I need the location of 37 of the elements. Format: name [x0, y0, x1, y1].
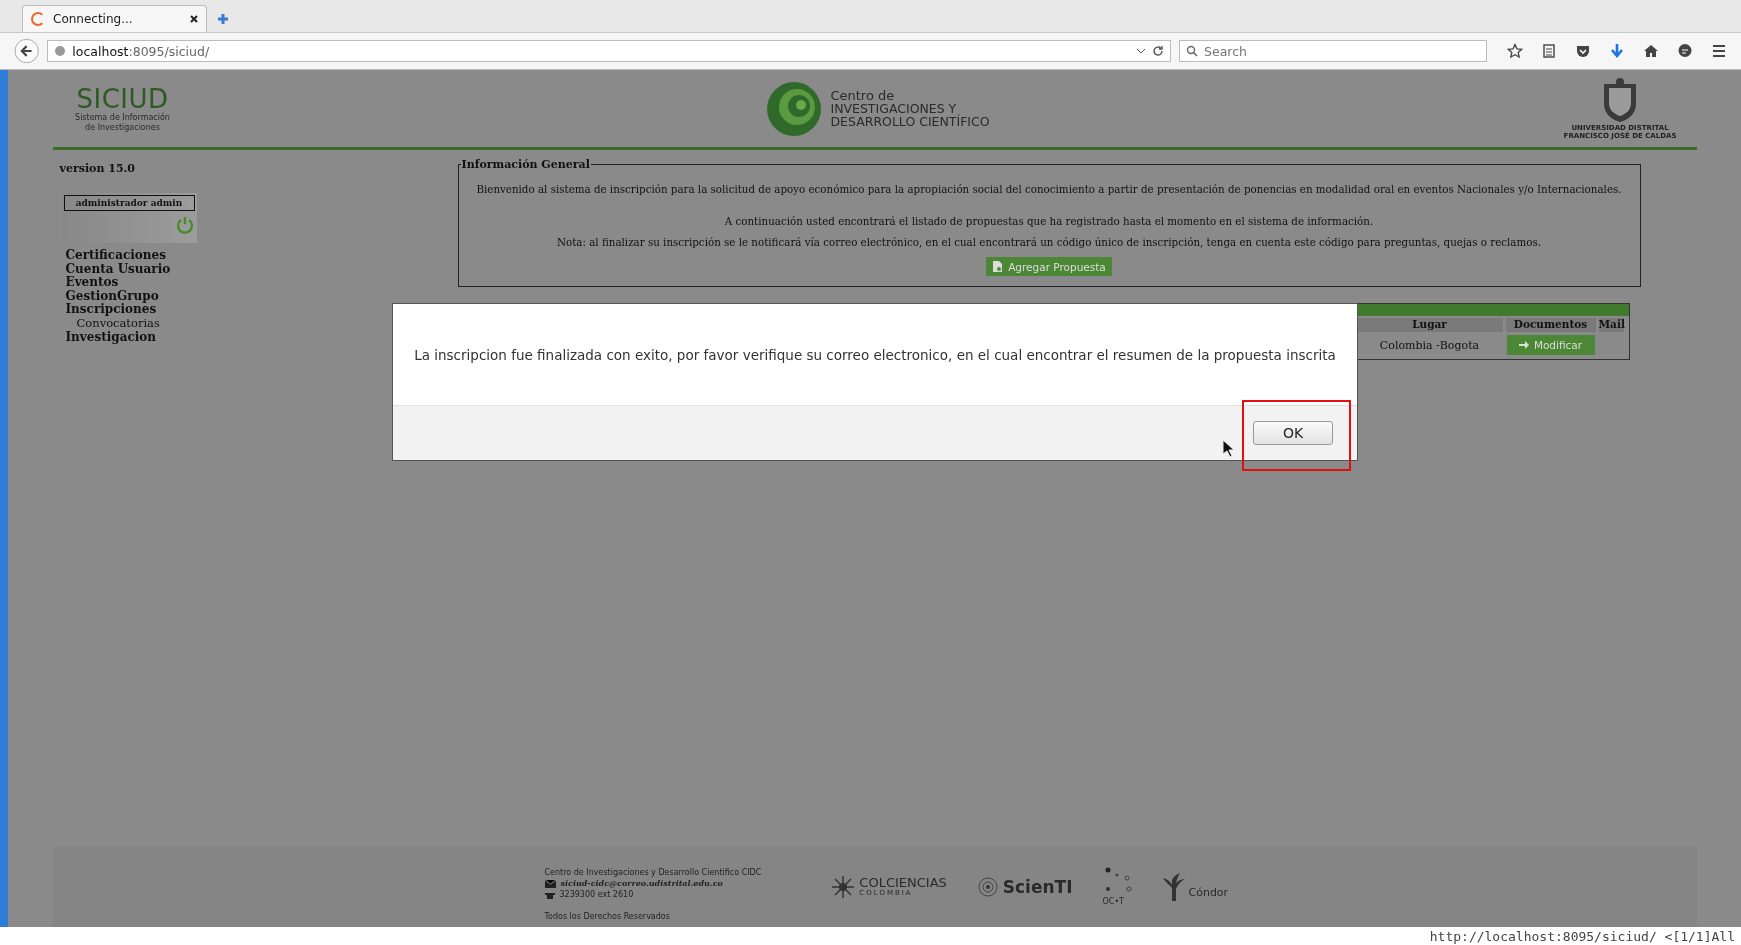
version-label: version 15.0	[59, 162, 136, 175]
table-cell-text: Colombia -Bogota	[1378, 337, 1481, 354]
add-proposal-button[interactable]: Agregar Propuesta	[986, 257, 1112, 276]
column-header: Mail	[1598, 318, 1624, 332]
center-name: DESARROLLO CIENTÍFICO	[830, 115, 990, 128]
info-text: A continuación usted encontrará el listado de propuestas que ha registrado hasta el momento en el sistema de información.	[723, 215, 1375, 227]
menu-item[interactable]: GestionGrupo	[65, 289, 458, 304]
footer-email[interactable]: siciud-cidc@correo.udistrital.edu.co	[560, 878, 723, 889]
footer-phone: 3239300 ext 2610	[559, 889, 634, 900]
logo-name: ScienTI	[1002, 876, 1073, 897]
info-text: Nota: al finalizar su inscripción se le notificará vía correo electrónico, en el cual encontrará un código único de inscripción, tenga en cuenta este código para preguntas, quejas o reclamos.	[556, 236, 1542, 248]
info-text: Bienvenido al sistema de inscripción para la solicitud de apoyo económico para la apropiación social del conocimiento a partir de presentación de ponencias en modalidad oral en eventos Nacionales y/o Internacionales.	[475, 183, 1623, 195]
logo-name: COLCIENCIAS	[859, 876, 947, 889]
logo-subtitle: de Investigaciones	[85, 122, 160, 133]
logo-name: Cóndor	[1188, 886, 1229, 899]
status-url: http://localhost:8095/siciud/ <[1/1]All	[1429, 928, 1735, 944]
column-header: Lugar	[1356, 318, 1503, 332]
column-header: Documentos	[1505, 318, 1596, 332]
menu-item[interactable]: Cuenta Usuario	[65, 262, 458, 277]
user-name: administrador admin	[63, 195, 195, 211]
search-field[interactable]: Search	[1179, 40, 1487, 62]
logo-name: OC•T	[1102, 897, 1124, 906]
footer-title: Centro de Investigaciones y Desarrollo Cientifico CIDC	[544, 867, 762, 878]
center-name: Centro de	[830, 89, 896, 102]
dialog-message: La inscripcion fue finalizada con exito, por favor verifique su correo electronico, en el cual encontrar el resumen de la propuesta inscrita	[414, 346, 1336, 363]
center-name: INVESTIGACIONES Y	[830, 102, 957, 115]
menu-item[interactable]: Certificaciones	[65, 249, 458, 263]
modify-button[interactable]: Modificar	[1506, 335, 1595, 355]
browser-tab[interactable]: Connecting...	[22, 5, 207, 32]
menu-item[interactable]: Eventos	[65, 276, 458, 290]
logo-subtitle: Sistema de Información	[75, 112, 170, 123]
ok-button[interactable]: OK	[1253, 421, 1333, 445]
address-field[interactable]: localhost:8095/siciud/	[47, 40, 1171, 62]
footer-rights: Todos los Derechos Reservados	[544, 911, 671, 922]
logo-title: SICIUD	[76, 84, 169, 113]
panel-legend: Información General	[460, 158, 591, 171]
tab-title: Connecting...	[53, 12, 133, 26]
